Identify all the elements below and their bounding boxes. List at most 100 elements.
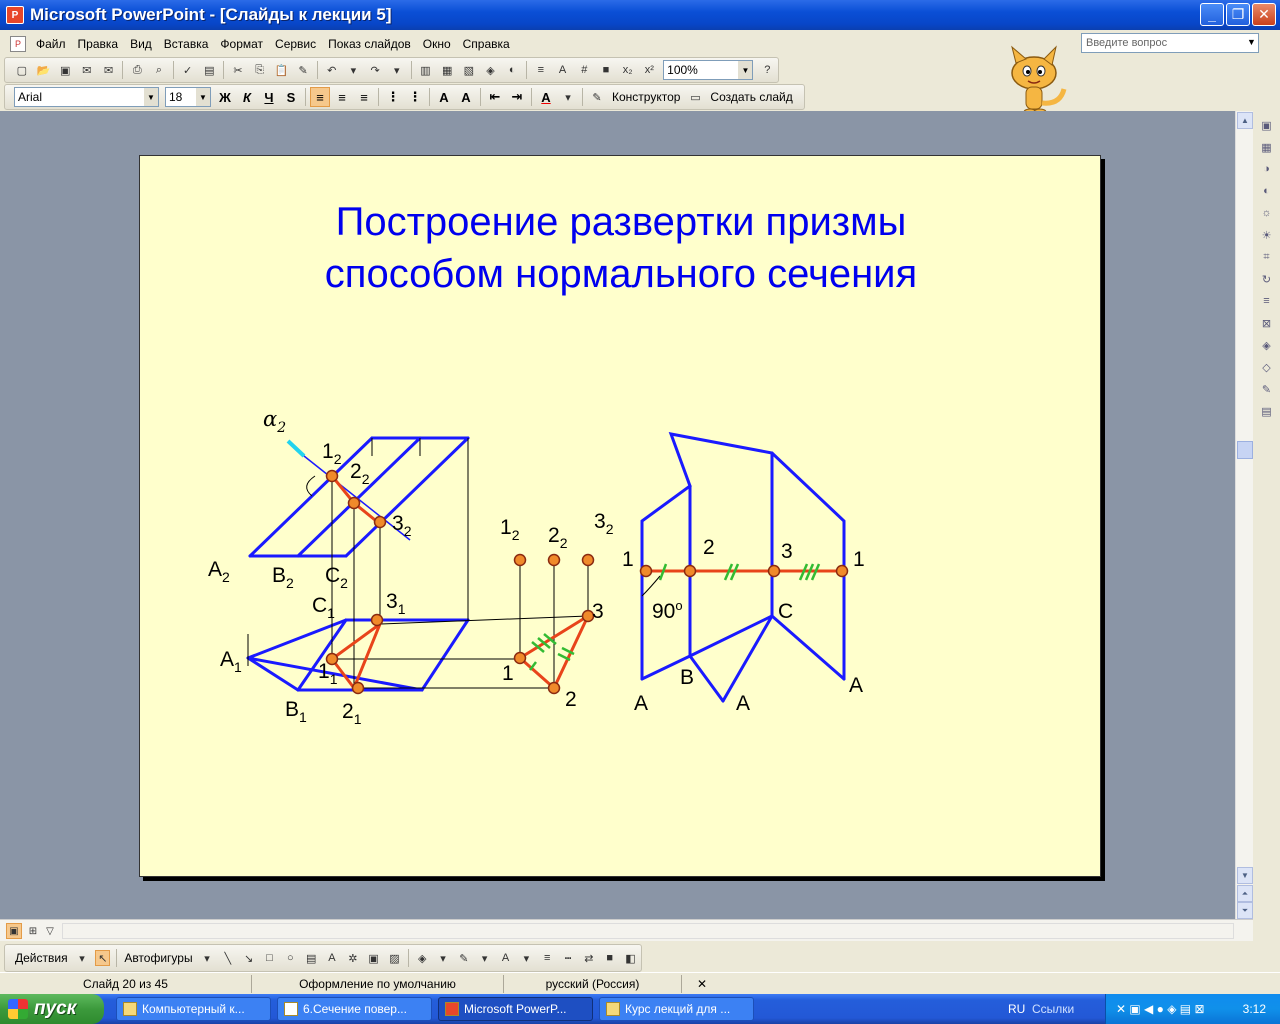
powerpoint-app-icon[interactable]: P — [6, 6, 24, 24]
scroll-up-icon[interactable]: ▲ — [1237, 112, 1253, 129]
new-slide-button[interactable]: Создать слайд — [710, 90, 792, 104]
menu-file[interactable]: Файл — [30, 37, 72, 51]
diagram-icon[interactable]: ✲ — [345, 950, 360, 966]
3d-style-icon[interactable]: ◧ — [623, 950, 638, 966]
format-picture-icon[interactable]: ◇ — [1259, 359, 1275, 375]
insert-chart-icon[interactable]: ▥ — [418, 62, 434, 78]
fill-dropdown-icon[interactable]: ▾ — [436, 950, 451, 966]
reset-picture-icon[interactable]: ▤ — [1259, 403, 1275, 419]
links-toolbar[interactable]: Ссылки — [1032, 1002, 1074, 1016]
actions-dropdown-icon[interactable]: ▾ — [75, 950, 90, 966]
spelling-icon[interactable]: ✓ — [180, 62, 196, 78]
office-assistant-cat[interactable] — [990, 45, 1076, 120]
superscript-icon[interactable]: x² — [641, 62, 657, 78]
scroll-thumb[interactable] — [1237, 441, 1253, 459]
autoshapes-dropdown-icon[interactable]: ▾ — [200, 950, 215, 966]
chevron-down-icon[interactable]: ▼ — [738, 61, 753, 79]
save-icon[interactable]: ▣ — [57, 62, 73, 78]
compress-icon[interactable]: ⊠ — [1259, 315, 1275, 331]
italic-button[interactable]: К — [237, 90, 257, 105]
font-color-icon[interactable]: A — [536, 90, 556, 105]
show-formatting-icon[interactable]: A — [555, 62, 571, 78]
taskbar-item-active[interactable]: Microsoft PowerP... — [438, 997, 593, 1021]
help-icon[interactable]: ? — [759, 62, 775, 78]
underline-button[interactable]: Ч — [259, 90, 279, 105]
tray-icons[interactable]: ✕ ▣ ◀ ● ◈ ▤ ⊠ — [1116, 1002, 1205, 1016]
bullets-icon[interactable]: ⋮ — [405, 89, 425, 105]
taskbar-item[interactable]: Курс лекций для ... — [599, 997, 754, 1021]
research-icon[interactable]: ▤ — [201, 62, 217, 78]
less-contrast-icon[interactable]: ◐ — [1259, 183, 1275, 199]
menu-slideshow[interactable]: Показ слайдов — [322, 37, 417, 51]
numbering-icon[interactable]: ⋮ — [383, 89, 403, 105]
menu-tools[interactable]: Сервис — [269, 37, 322, 51]
rectangle-icon[interactable]: □ — [262, 950, 277, 966]
taskbar-item[interactable]: Компьютерный к... — [116, 997, 271, 1021]
menu-window[interactable]: Окно — [417, 37, 457, 51]
permission-icon[interactable]: ✉ — [79, 62, 95, 78]
language-indicator[interactable]: RU — [1008, 1002, 1025, 1016]
chevron-down-icon[interactable]: ▼ — [144, 88, 158, 106]
color-icon[interactable]: ▦ — [1259, 139, 1275, 155]
increase-font-icon[interactable]: A — [434, 90, 454, 105]
format-painter-icon[interactable]: ✎ — [295, 62, 311, 78]
open-folder-icon[interactable]: 📂 — [36, 62, 52, 78]
insert-picture-icon[interactable]: ▣ — [1259, 117, 1275, 133]
copy-icon[interactable]: ⎘ — [252, 62, 268, 78]
insert-picture-icon[interactable]: ◐ — [504, 62, 520, 78]
zoom-select[interactable]: 100% ▼ — [663, 60, 754, 80]
undo-icon[interactable]: ↶ — [324, 62, 340, 78]
line-color-icon[interactable]: ✎ — [456, 950, 471, 966]
maximize-button[interactable]: ❐ — [1226, 3, 1250, 26]
font-color-icon[interactable]: A — [498, 950, 513, 966]
insert-clipart-icon[interactable]: ◈ — [483, 62, 499, 78]
clipart-icon[interactable]: ▣ — [366, 950, 381, 966]
previous-slide-icon[interactable]: ⏶ — [1237, 885, 1253, 902]
line-style-icon[interactable]: ≡ — [1259, 293, 1275, 309]
vertical-scrollbar[interactable]: ▲ ▼ ⏶ ⏷ — [1235, 111, 1253, 919]
subscript-icon[interactable]: x₂ — [620, 62, 636, 78]
align-left-icon[interactable]: ≡ — [310, 87, 330, 107]
font-select[interactable]: Arial ▼ — [14, 87, 159, 107]
redo-dropdown-icon[interactable]: ▾ — [389, 62, 405, 78]
start-button[interactable]: пуск — [0, 994, 104, 1024]
increase-indent-icon[interactable]: ⇥ — [507, 89, 527, 105]
print-preview-icon[interactable]: ⌕ — [151, 62, 167, 78]
print-icon[interactable]: ⎙ — [129, 62, 145, 78]
close-button[interactable]: ✕ — [1252, 3, 1276, 26]
align-right-icon[interactable]: ≡ — [354, 90, 374, 105]
picture-icon[interactable]: ▨ — [387, 950, 402, 966]
email-icon[interactable]: ✉ — [101, 62, 117, 78]
line-style-icon[interactable]: ≡ — [540, 950, 555, 966]
less-brightness-icon[interactable]: ☀ — [1259, 227, 1275, 243]
document-icon[interactable]: P — [10, 35, 26, 52]
rotate-icon[interactable]: ↻ — [1259, 271, 1275, 287]
menu-insert[interactable]: Вставка — [158, 37, 215, 51]
insert-table-icon[interactable]: ▦ — [439, 62, 455, 78]
menu-edit[interactable]: Правка — [72, 37, 125, 51]
align-center-icon[interactable]: ≡ — [332, 90, 352, 105]
color-grayscale-icon[interactable]: ■ — [598, 62, 614, 78]
recolor-icon[interactable]: ◈ — [1259, 337, 1275, 353]
redo-icon[interactable]: ↷ — [367, 62, 383, 78]
arrow-icon[interactable]: ↘ — [241, 950, 256, 966]
shadow-style-icon[interactable]: ■ — [602, 950, 617, 966]
line-icon[interactable]: ╲ — [220, 950, 235, 966]
actions-menu[interactable]: Действия — [15, 951, 68, 965]
more-brightness-icon[interactable]: ☼ — [1259, 205, 1275, 221]
slide-show-icon[interactable]: ▽ — [42, 923, 58, 939]
menu-format[interactable]: Формат — [214, 37, 269, 51]
fill-color-icon[interactable]: ◈ — [415, 950, 430, 966]
line-color-dropdown-icon[interactable]: ▾ — [477, 950, 492, 966]
undo-dropdown-icon[interactable]: ▾ — [346, 62, 362, 78]
menu-help[interactable]: Справка — [457, 37, 516, 51]
font-color-dropdown-icon[interactable]: ▾ — [519, 950, 534, 966]
set-transparent-icon[interactable]: ✎ — [1259, 381, 1275, 397]
normal-view-icon[interactable]: ▣ — [6, 923, 22, 939]
horizontal-scroll-track[interactable] — [62, 923, 1234, 939]
slide-sorter-icon[interactable]: ⊞ — [25, 923, 41, 939]
ask-question-input[interactable]: Введите вопрос — [1081, 33, 1259, 53]
clock[interactable]: 3:12 — [1243, 1002, 1266, 1016]
chevron-down-icon[interactable]: ▼ — [196, 88, 210, 106]
next-slide-icon[interactable]: ⏷ — [1237, 902, 1253, 919]
